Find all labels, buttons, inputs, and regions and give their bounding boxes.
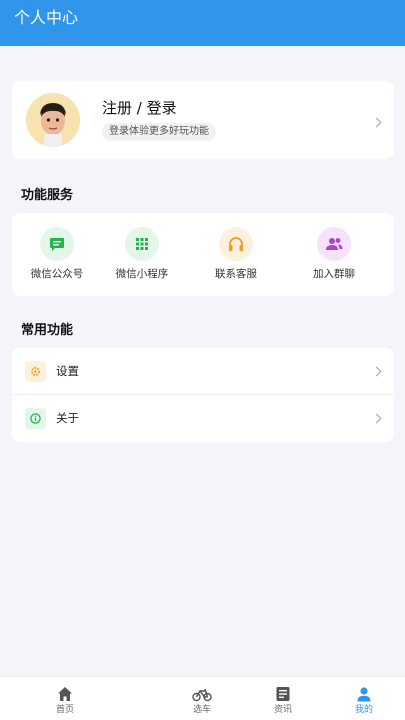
tab-label: 选车 — [192, 705, 211, 715]
service-wechat-official[interactable]: 微信公众号 — [17, 227, 97, 281]
services-section-title: 功能服务 — [21, 188, 74, 203]
gear-icon — [25, 361, 46, 382]
service-customer-support[interactable]: 联系客服 — [196, 227, 276, 281]
tab-label: 资讯 — [273, 705, 292, 715]
wechat-message-icon — [40, 227, 74, 261]
service-wechat-miniprogram[interactable]: 微信小程序 — [102, 227, 182, 281]
service-label: 微信公众号 — [30, 268, 84, 280]
tab-select-car[interactable]: 选车 — [177, 677, 227, 720]
bicycle-icon — [192, 685, 212, 703]
common-section-title: 常用功能 — [21, 323, 74, 338]
tab-news[interactable]: 资讯 — [258, 677, 308, 720]
home-icon — [55, 685, 75, 703]
user-icon — [354, 685, 374, 703]
about-row[interactable]: 关于 — [12, 395, 394, 442]
group-icon — [317, 227, 351, 261]
services-card: 微信公众号 微信小程序 联系客服 加入群聊 — [12, 213, 394, 296]
apps-grid-icon — [125, 227, 159, 261]
about-label: 关于 — [56, 411, 79, 425]
settings-row[interactable]: 设置 — [12, 348, 394, 395]
service-label: 微信小程序 — [115, 268, 169, 280]
info-icon — [25, 408, 46, 429]
common-functions-card: 设置 关于 — [12, 348, 394, 442]
login-card[interactable]: 注册 / 登录 登录体验更多好玩功能 — [12, 81, 394, 159]
avatar[interactable] — [26, 93, 80, 147]
news-icon — [273, 685, 293, 703]
tab-label: 我的 — [354, 705, 373, 715]
app-header: 个人中心 — [0, 0, 405, 46]
headset-icon — [219, 227, 253, 261]
chevron-right-icon — [371, 117, 382, 128]
chevron-right-icon — [371, 366, 382, 377]
tab-home[interactable]: 首页 — [40, 677, 90, 720]
bottom-tab-bar: 首页 选车 资讯 我的 — [0, 676, 405, 720]
login-subtitle: 登录体验更多好玩功能 — [102, 123, 216, 141]
service-label: 加入群聊 — [313, 268, 355, 280]
tab-mine[interactable]: 我的 — [339, 677, 389, 720]
service-join-group[interactable]: 加入群聊 — [294, 227, 374, 281]
chevron-right-icon — [371, 413, 382, 424]
tab-label: 首页 — [55, 705, 74, 715]
settings-label: 设置 — [56, 364, 79, 378]
page-title: 个人中心 — [14, 8, 79, 27]
login-title[interactable]: 注册 / 登录 — [102, 98, 177, 118]
service-label: 联系客服 — [215, 268, 257, 280]
